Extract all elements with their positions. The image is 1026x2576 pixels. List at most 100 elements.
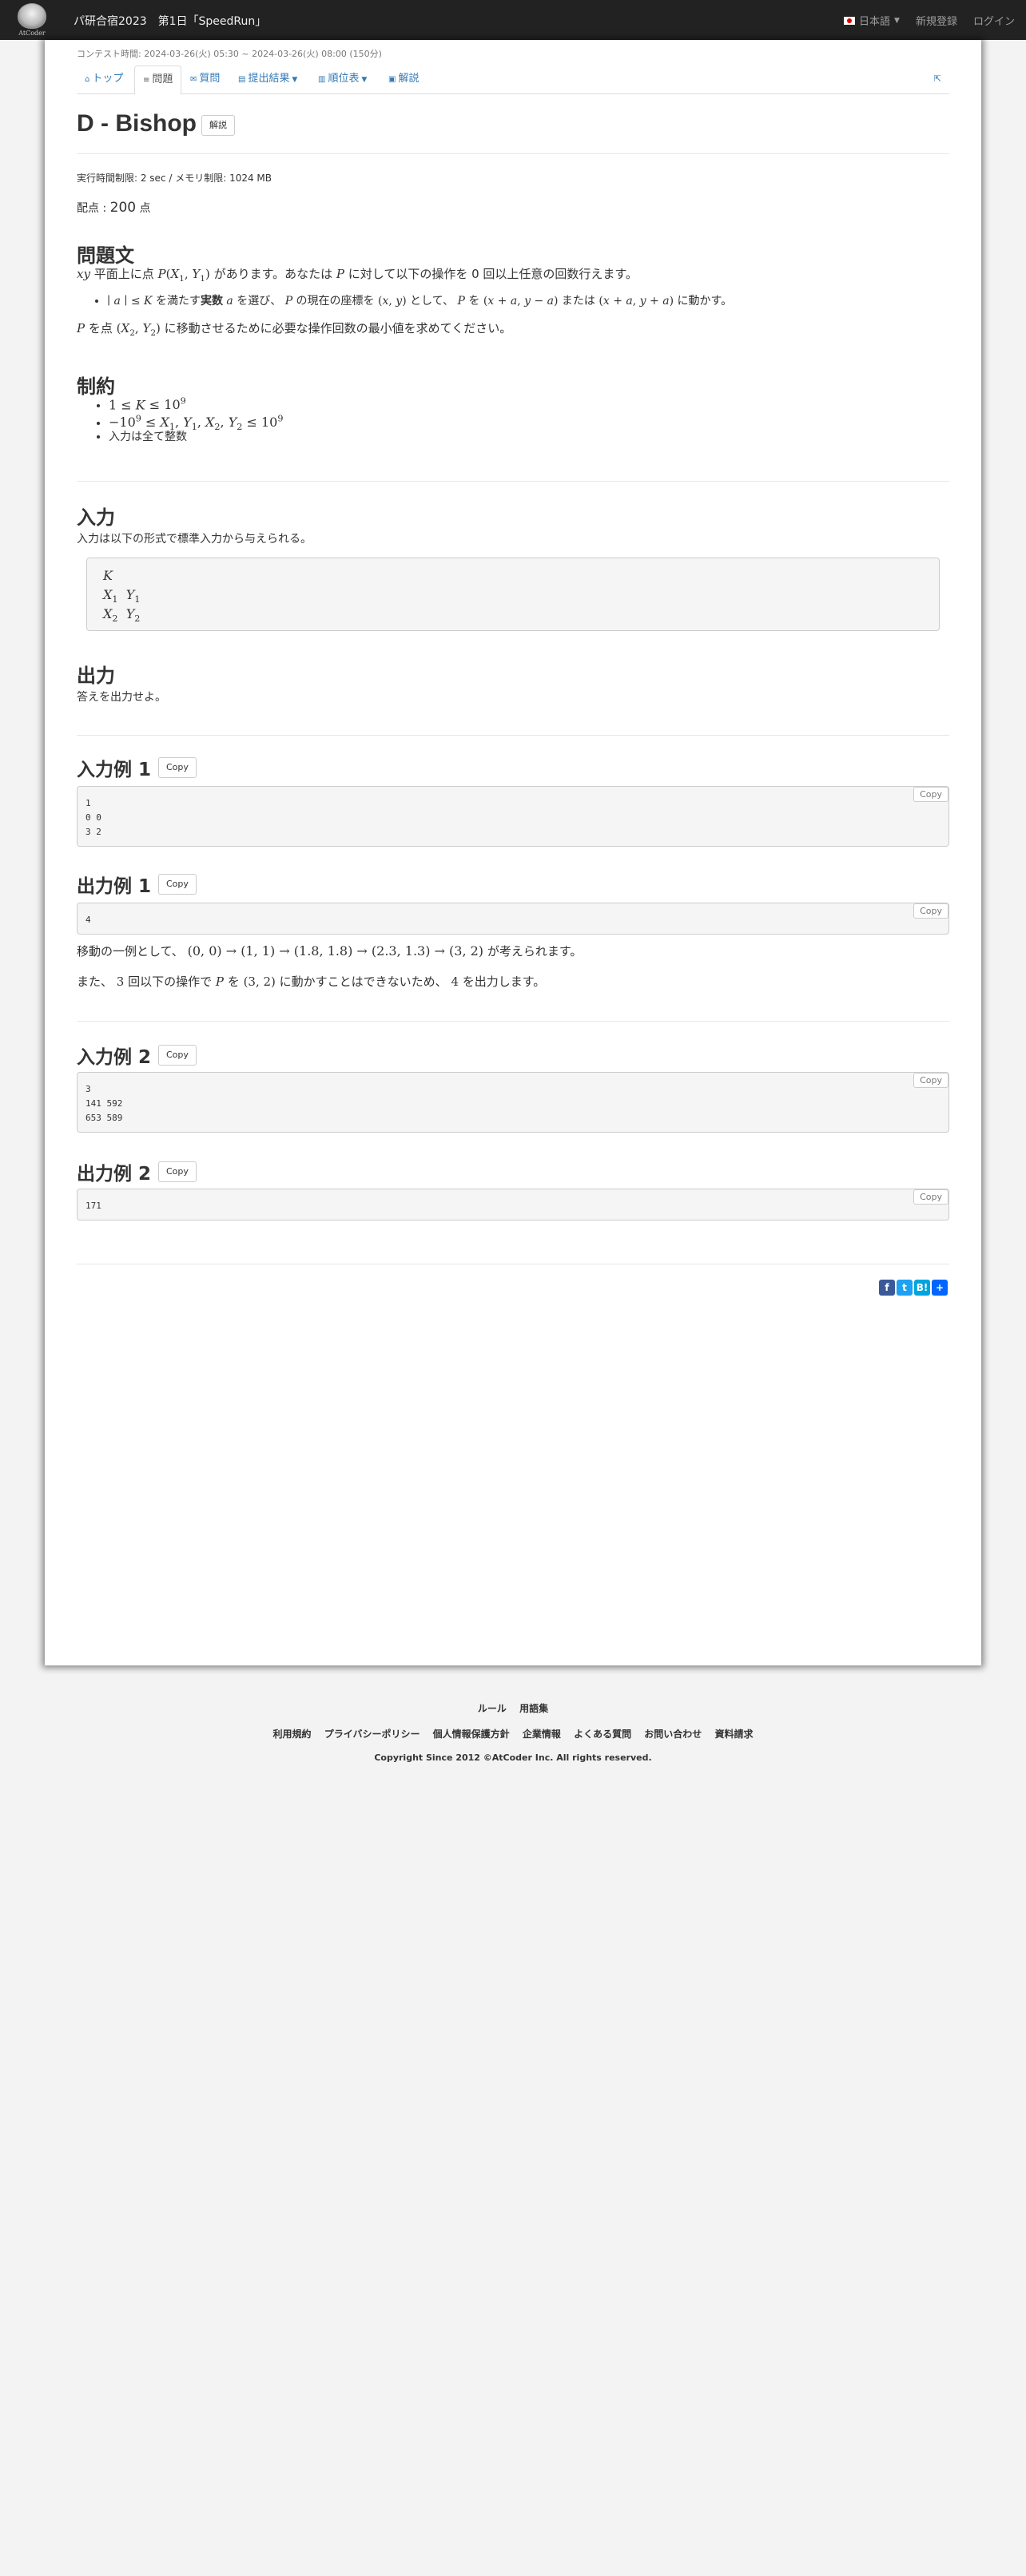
footer-row-1: ルール 用語集 [0,1701,1026,1715]
facebook-icon[interactable]: f [879,1280,895,1296]
editorial-button[interactable]: 解説 [201,115,235,136]
signup-link[interactable]: 新規登録 [916,13,957,28]
math-point2: (X2, Y2) [116,321,161,338]
text-fragment: を選び、 [233,295,282,308]
input-description: 入力は以下の形式で標準入力から与えられる。 [77,533,312,546]
math-move2: (x + a, y + a) [598,295,674,308]
score-label: 配点 : [77,202,110,215]
sample-line: 3 [86,1084,91,1094]
input-heading: 入力 [77,506,115,529]
fullscreen-icon[interactable]: ⇱ [934,73,941,84]
explanation-line-2: また、 3 回以下の操作で P を (3, 2) に動かすことはできないため、 … [77,973,545,990]
pre-copy-button[interactable]: Copy [913,903,948,919]
statement-heading: 問題文 [77,244,134,267]
caret-down-icon: ▼ [289,76,298,84]
score-text: 配点 : 200 点 [77,200,151,216]
constraints-list: 1 ≤ K ≤ 109 −109 ≤ X1, Y1, X2, Y2 ≤ 109 … [109,393,283,446]
language-label: 日本語 [859,16,891,28]
copyright-brand[interactable]: AtCoder Inc. [492,1752,554,1763]
standings-icon: ▥ [318,75,326,84]
sample-line: 3 2 [86,827,101,837]
footer-link-privacy[interactable]: プライバシーポリシー [324,1729,420,1740]
share-buttons: f t B! + [879,1280,948,1296]
sample-input-2-heading: 入力例 2 [77,1047,152,1068]
caret-down-icon: ▼ [359,76,368,84]
sample-input-1-box: 1 0 0 3 2 Copy [77,786,949,847]
divider [77,481,949,482]
text-fragment: が考えられます。 [487,944,583,959]
tab-standings[interactable]: ▥ 順位表 ▼ [310,65,375,94]
tab-top[interactable]: ⌂ トップ [77,65,131,94]
output-heading: 出力 [77,665,115,687]
math-p: P [215,974,224,989]
math-path: (0, 0) → (1, 1) → (1.8, 1.8) → (2.3, 1.3… [187,943,484,959]
constraint-item: 1 ≤ K ≤ 109 [109,393,283,412]
footer-row-2: 利用規約 プライバシーポリシー 個人情報保護方針 企業情報 よくある質問 お問い… [0,1727,1026,1740]
atcoder-logo[interactable]: AtCoder [10,2,54,38]
sample-line: 141 592 [86,1098,123,1109]
text-fragment: として、 [406,295,455,308]
footer-link-contact[interactable]: お問い合わせ [644,1729,702,1740]
list-icon: ≡ [143,76,150,85]
math-xy: xy [77,267,90,281]
text-fragment: 平面上に点 [93,267,158,281]
divider [77,1021,949,1022]
sample-line: 171 [86,1201,101,1211]
score-unit: 点 [136,202,151,215]
tab-label: 質問 [199,73,221,85]
footer-link-faq[interactable]: よくある質問 [574,1729,631,1740]
input-format-box: K X1 Y1 X2 Y2 [86,558,940,631]
share-plus-icon[interactable]: + [932,1280,948,1296]
explanation-line-1: 移動の一例として、 (0, 0) → (1, 1) → (1.8, 1.8) →… [77,943,582,959]
pre-copy-button[interactable]: Copy [913,787,948,802]
contest-title-link[interactable]: パ研合宿2023 第1日「SpeedRun」 [74,13,266,29]
pre-copy-button[interactable]: Copy [913,1073,948,1088]
text-fragment: を [464,295,483,308]
copy-button[interactable]: Copy [158,1161,197,1182]
math-abs-a: ∣ a ∣ ≤ K [107,295,153,308]
pre-copy-button[interactable]: Copy [913,1189,948,1205]
copy-button[interactable]: Copy [158,757,197,778]
contest-tabs: ⌂ トップ ≡ 問題 ✉ 質問 ▤ 提出結果 ▼ ▥ 順位表 ▼ ▣ 解説 ⇱ [77,65,949,95]
math-target: (3, 2) [243,974,276,989]
footer-link-glossary[interactable]: 用語集 [519,1703,548,1714]
bold-real: 実数 [200,295,223,308]
tab-clarifications[interactable]: ✉ 質問 [182,65,228,94]
footer-link-rules[interactable]: ルール [478,1703,507,1714]
sample-line: 1 [86,798,91,808]
tab-label: 問題 [152,73,173,85]
sample-line: 653 589 [86,1113,123,1123]
submissions-icon: ▤ [238,75,246,84]
home-icon: ⌂ [85,75,90,84]
copy-button[interactable]: Copy [158,1045,197,1066]
sample-output-1-box: 4 Copy [77,903,949,935]
language-dropdown[interactable]: 日本語 ▼ [844,13,900,28]
statement-line-2: P を点 (X2, Y2) に移動させるために必要な操作回数の最小値を求めてくだ… [77,320,511,338]
tab-editorial[interactable]: ▣ 解説 [380,65,427,94]
footer-link-terms[interactable]: 利用規約 [273,1729,312,1740]
divider [77,735,949,736]
footer-link-company[interactable]: 企業情報 [523,1729,561,1740]
login-link[interactable]: ログイン [973,13,1015,28]
math-p: P [457,295,465,308]
text-fragment: を満たす [152,295,201,308]
copy-button[interactable]: Copy [158,874,197,895]
format-line: X2 Y2 [103,606,141,625]
footer-link-personal-info[interactable]: 個人情報保護方針 [433,1729,510,1740]
tab-tasks[interactable]: ≡ 問題 [134,65,182,95]
format-line: K [103,568,113,583]
twitter-icon[interactable]: t [897,1280,913,1296]
main-container: コンテスト時間: 2024-03-26(火) 05:30 ~ 2024-03-2… [45,40,981,1665]
math-four: 4 [451,974,459,989]
tab-label: 解説 [398,73,420,85]
tab-submissions[interactable]: ▤ 提出結果 ▼ [230,65,305,94]
math-p: P [284,295,293,308]
math-a: a [226,295,233,308]
sample-input-1-heading: 入力例 1 [77,760,152,780]
copyright-text: Copyright Since 2012 © [374,1752,492,1763]
hatena-icon[interactable]: B! [914,1280,930,1296]
footer-link-documents[interactable]: 資料請求 [714,1729,753,1740]
logo-text: AtCoder [18,30,46,37]
format-line: X1 Y1 [103,587,141,605]
sample-input-2-box: 3 141 592 653 589 Copy [77,1072,949,1133]
